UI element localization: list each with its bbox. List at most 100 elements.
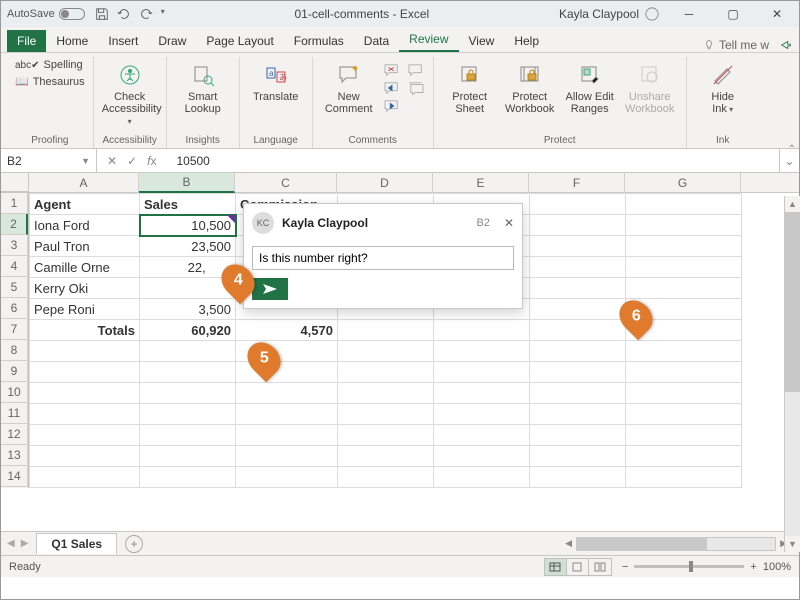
tab-file[interactable]: File [7, 30, 46, 52]
comment-close-icon[interactable]: ✕ [504, 216, 514, 230]
cell[interactable] [530, 320, 626, 341]
redo-icon[interactable] [139, 7, 153, 21]
tab-data[interactable]: Data [354, 30, 399, 52]
scroll-thumb[interactable] [785, 212, 800, 392]
cell[interactable] [530, 194, 626, 215]
cell[interactable] [30, 383, 140, 404]
protect-workbook-button[interactable]: Protect Workbook [502, 59, 558, 115]
hscroll-thumb[interactable] [577, 538, 707, 550]
cell[interactable] [338, 467, 434, 488]
row-13[interactable]: 13 [1, 445, 28, 466]
cell[interactable] [30, 425, 140, 446]
tab-formulas[interactable]: Formulas [284, 30, 354, 52]
view-page-break-icon[interactable] [589, 559, 611, 575]
view-page-layout-icon[interactable] [567, 559, 589, 575]
zoom-value[interactable]: 100% [763, 561, 791, 573]
col-A[interactable]: A [29, 173, 139, 193]
row-2[interactable]: 2 [1, 214, 28, 235]
tab-view[interactable]: View [459, 30, 505, 52]
undo-icon[interactable] [117, 7, 131, 21]
cell[interactable] [626, 215, 742, 236]
cell[interactable] [530, 404, 626, 425]
cell[interactable] [530, 236, 626, 257]
select-all-corner[interactable] [1, 173, 29, 192]
scroll-down-icon[interactable]: ▼ [788, 536, 797, 552]
cell[interactable] [626, 404, 742, 425]
autosave-switch-icon[interactable] [59, 8, 85, 20]
cell[interactable]: Sales [140, 194, 236, 215]
tab-home[interactable]: Home [46, 30, 98, 52]
cell[interactable]: Iona Ford [30, 215, 140, 236]
cell[interactable] [626, 278, 742, 299]
cell[interactable] [140, 362, 236, 383]
cell[interactable]: 4,570 [236, 320, 338, 341]
sheet-nav-prev-icon[interactable]: ◀ [7, 538, 15, 549]
cancel-formula-icon[interactable]: ✕ [107, 154, 117, 168]
show-all-comments-icon[interactable] [407, 81, 425, 95]
insert-function-icon[interactable]: fx [147, 154, 156, 168]
tab-page-layout[interactable]: Page Layout [196, 30, 283, 52]
row-8[interactable]: 8 [1, 340, 28, 361]
row-10[interactable]: 10 [1, 382, 28, 403]
new-comment-button[interactable]: ✦ New Comment [321, 59, 377, 115]
cell[interactable] [530, 467, 626, 488]
cell[interactable] [140, 425, 236, 446]
prev-comment-icon[interactable] [383, 81, 401, 95]
row-12[interactable]: 12 [1, 424, 28, 445]
hide-ink-button[interactable]: Hide Ink ▾ [695, 59, 751, 116]
vertical-scrollbar[interactable]: ▲ ▼ [784, 196, 800, 552]
cell[interactable] [338, 341, 434, 362]
row-3[interactable]: 3 [1, 235, 28, 256]
hscroll-left-icon[interactable]: ◀ [565, 538, 572, 549]
cell-selected[interactable]: 10,500 [140, 215, 236, 236]
col-G[interactable]: G [625, 173, 741, 193]
cell[interactable]: 23,500 [140, 236, 236, 257]
cell[interactable] [626, 194, 742, 215]
cell[interactable] [530, 425, 626, 446]
cell[interactable] [434, 362, 530, 383]
horizontal-scrollbar[interactable] [576, 537, 776, 551]
check-accessibility-button[interactable]: Check Accessibility ▾ [102, 59, 158, 128]
cell[interactable] [434, 467, 530, 488]
cell[interactable] [434, 383, 530, 404]
tab-insert[interactable]: Insert [98, 30, 148, 52]
cell[interactable] [626, 362, 742, 383]
cell[interactable] [338, 425, 434, 446]
comment-text-input[interactable] [252, 246, 514, 270]
row-9[interactable]: 9 [1, 361, 28, 382]
user-label[interactable]: Kayla Claypool [559, 7, 659, 21]
show-comment-icon[interactable] [407, 63, 425, 77]
cell[interactable] [434, 341, 530, 362]
cell[interactable] [140, 404, 236, 425]
row-7[interactable]: 7 [1, 319, 28, 340]
translate-button[interactable]: aあ Translate [248, 59, 304, 103]
cell[interactable]: 3,500 [140, 299, 236, 320]
cell[interactable] [30, 362, 140, 383]
row-6[interactable]: 6 [1, 298, 28, 319]
cell[interactable] [530, 215, 626, 236]
cell[interactable] [434, 425, 530, 446]
cell[interactable] [434, 404, 530, 425]
minimize-button[interactable]: ─ [667, 1, 711, 27]
name-box-dropdown-icon[interactable]: ▼ [81, 156, 90, 166]
tab-draw[interactable]: Draw [148, 30, 196, 52]
row-4[interactable]: 4 [1, 256, 28, 277]
protect-sheet-button[interactable]: Protect Sheet [442, 59, 498, 115]
cell[interactable] [30, 446, 140, 467]
spelling-button[interactable]: abc✔Spelling [15, 59, 83, 71]
cell[interactable] [626, 467, 742, 488]
zoom-out-button[interactable]: − [622, 561, 628, 573]
cell[interactable] [236, 404, 338, 425]
cell[interactable] [530, 383, 626, 404]
zoom-in-button[interactable]: + [750, 561, 756, 573]
cell[interactable] [626, 425, 742, 446]
cell[interactable] [140, 446, 236, 467]
cell[interactable] [434, 320, 530, 341]
comment-send-button[interactable] [252, 278, 288, 300]
cell[interactable] [30, 404, 140, 425]
cell[interactable] [626, 446, 742, 467]
row-1[interactable]: 1 [1, 193, 28, 214]
cell[interactable] [338, 383, 434, 404]
col-D[interactable]: D [337, 173, 433, 193]
col-F[interactable]: F [529, 173, 625, 193]
